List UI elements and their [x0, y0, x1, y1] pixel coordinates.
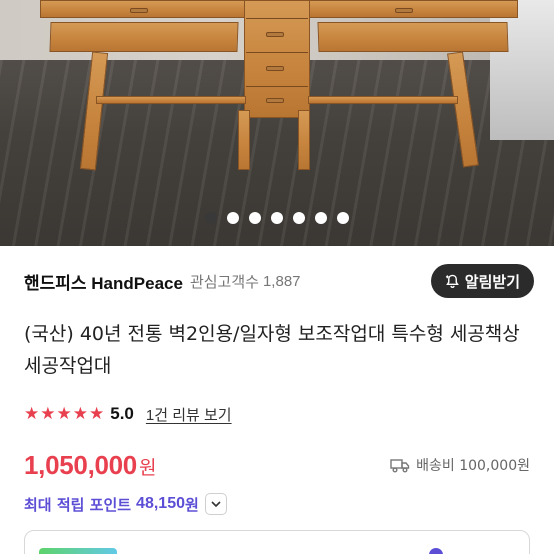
carousel-dot[interactable]: [205, 212, 217, 224]
price-amount: 1,050,000: [24, 450, 137, 480]
notify-button[interactable]: 알림받기: [430, 264, 534, 298]
notify-button-label: 알림받기: [464, 273, 520, 291]
benefit-badge: [39, 548, 117, 554]
chevron-down-icon: [211, 501, 221, 508]
star-icon: ★: [56, 403, 72, 424]
points-label: 최대 적립 포인트: [24, 495, 132, 514]
carousel-indicator[interactable]: [0, 212, 554, 226]
drawer-knob: [395, 8, 413, 13]
benefit-card[interactable]: [24, 530, 530, 554]
points-row: 최대 적립 포인트 48,150 원: [24, 492, 227, 516]
rating-value: 5.0: [110, 404, 134, 423]
price: 1,050,000 원: [24, 450, 156, 481]
point-coin-icon: [429, 548, 443, 554]
rating-stars: ★ ★ ★ ★ ★: [24, 403, 105, 424]
bell-plus-icon: [445, 274, 459, 288]
review-link[interactable]: 1건 리뷰 보기: [146, 404, 232, 425]
seller-row: 핸드피스 HandPeace 관심고객수 1,887 알림받기: [24, 264, 534, 298]
points-unit: 원: [184, 495, 199, 514]
carousel-dot[interactable]: [337, 212, 349, 224]
desk-stretcher: [96, 96, 246, 104]
product-image[interactable]: [0, 0, 554, 246]
carousel-dot[interactable]: [227, 212, 239, 224]
right-open-drawer: [317, 22, 509, 52]
points-value: 48,150: [136, 495, 185, 512]
drawer-knob: [266, 98, 284, 103]
right-wall: [490, 0, 554, 140]
rating-row: ★ ★ ★ ★ ★ 5.0 1건 리뷰 보기: [24, 403, 232, 425]
points-expand-button[interactable]: [204, 493, 227, 515]
star-icon: ★: [89, 403, 105, 424]
star-icon: ★: [40, 403, 56, 424]
left-open-drawer: [49, 22, 239, 52]
product-title: (국산) 40년 전통 벽2인용/일자형 보조작업대 특수형 세공책상 세공작업…: [24, 323, 520, 377]
star-icon: ★: [72, 403, 88, 424]
drawer-knob: [266, 32, 284, 37]
carousel-dot[interactable]: [315, 212, 327, 224]
carousel-dot[interactable]: [249, 212, 261, 224]
desk-leg: [238, 110, 250, 170]
drawer-knob: [266, 66, 284, 71]
shipping-info: 배송비 100,000원: [390, 455, 530, 475]
shipping-fee: 배송비 100,000원: [416, 458, 530, 474]
seller-name[interactable]: 핸드피스 HandPeace: [24, 269, 183, 294]
star-icon: ★: [24, 403, 40, 424]
truck-icon: [390, 459, 410, 473]
drawer-knob: [130, 8, 148, 13]
followers-count: 1,887: [262, 272, 301, 290]
carousel-dot[interactable]: [271, 212, 283, 224]
desk-leg: [298, 110, 310, 170]
carousel-dot[interactable]: [293, 212, 305, 224]
desk-stretcher: [308, 96, 458, 104]
followers-label: 관심고객수: [189, 273, 259, 291]
price-unit: 원: [138, 457, 157, 479]
